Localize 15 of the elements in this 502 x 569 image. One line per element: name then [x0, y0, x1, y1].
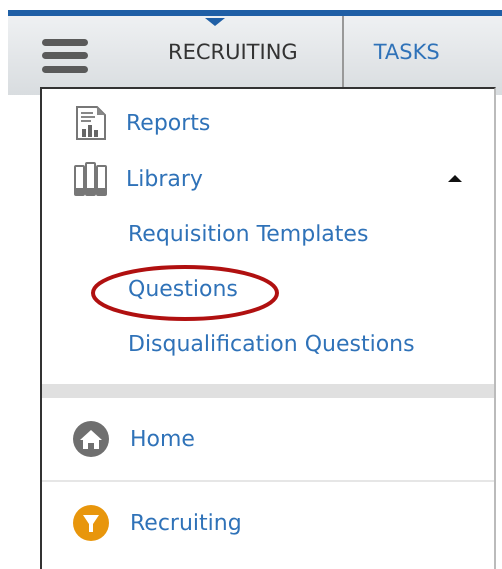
- menu-link[interactable]: Library: [126, 166, 203, 192]
- menu-icon[interactable]: [42, 38, 88, 72]
- report-icon: [75, 105, 107, 141]
- caret-icon[interactable]: [448, 175, 462, 182]
- submenu-link[interactable]: Questions: [128, 277, 238, 302]
- nav-tab[interactable]: TASKS: [344, 18, 470, 86]
- submenu-link[interactable]: Requisition Templates: [128, 222, 368, 247]
- menu-link[interactable]: Recruiting: [130, 510, 242, 536]
- submenu-link[interactable]: Disqualification Questions: [128, 332, 415, 357]
- binders-icon: [73, 161, 109, 197]
- menu-link[interactable]: Reports: [126, 110, 210, 136]
- nav-tab[interactable]: RECRUITING: [88, 18, 342, 86]
- home-icon: [73, 421, 109, 457]
- funnel-icon: [73, 505, 109, 541]
- menu-link[interactable]: Home: [130, 426, 195, 452]
